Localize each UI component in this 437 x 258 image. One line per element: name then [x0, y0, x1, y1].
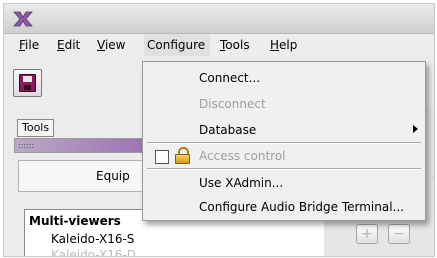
menu-tools[interactable]: Tools — [220, 38, 250, 52]
menu-help[interactable]: Help — [270, 38, 297, 52]
menu-item-database[interactable]: Database — [199, 123, 256, 137]
tab-equipment[interactable]: Equip — [18, 160, 150, 192]
menu-edit[interactable]: Edit — [57, 38, 80, 52]
xadmin-x-icon — [13, 11, 33, 27]
right-edge-label-top: n — [433, 122, 434, 136]
panel-grip-bar[interactable]: :::::: — [14, 138, 154, 153]
menu-separator — [147, 142, 421, 144]
menu-separator — [147, 168, 421, 170]
title-bar — [4, 4, 434, 34]
menu-item-disconnect[interactable]: Disconnect — [199, 97, 266, 111]
tree-item-kaleido-x16-d[interactable]: Kaleido-X16-D — [51, 248, 136, 256]
menu-file[interactable]: File — [19, 38, 39, 52]
remove-button[interactable]: − — [388, 224, 410, 244]
application-window: File Edit View Configure Tools Help Tool… — [3, 3, 435, 257]
tools-tab[interactable]: Tools — [17, 119, 55, 137]
menu-item-access-control-label: Access control — [199, 149, 286, 163]
menu-bar: File Edit View Configure Tools Help — [4, 34, 434, 56]
tab-equipment-label: Equip — [96, 169, 130, 183]
add-button[interactable]: + — [356, 224, 378, 244]
menu-item-connect[interactable]: Connect... — [199, 71, 260, 85]
save-button[interactable] — [13, 69, 42, 97]
menu-view[interactable]: View — [97, 38, 125, 52]
configure-dropdown-menu: Connect... Disconnect Database Access co… — [142, 61, 426, 221]
tree-item-kaleido-x16-s[interactable]: Kaleido-X16-S — [51, 232, 134, 246]
right-edge-label-bottom: a — [433, 169, 434, 183]
floppy-disk-icon — [19, 74, 36, 92]
menu-item-use-xadmin[interactable]: Use XAdmin... — [199, 176, 283, 190]
tree-group-multi-viewers[interactable]: Multi-viewers — [29, 214, 121, 228]
menu-item-configure-audio-bridge-terminal[interactable]: Configure Audio Bridge Terminal... — [199, 200, 404, 214]
submenu-arrow-icon — [413, 125, 418, 133]
menu-configure[interactable]: Configure — [147, 38, 205, 52]
lock-icon — [175, 147, 190, 164]
access-control-checkbox[interactable] — [155, 150, 169, 164]
